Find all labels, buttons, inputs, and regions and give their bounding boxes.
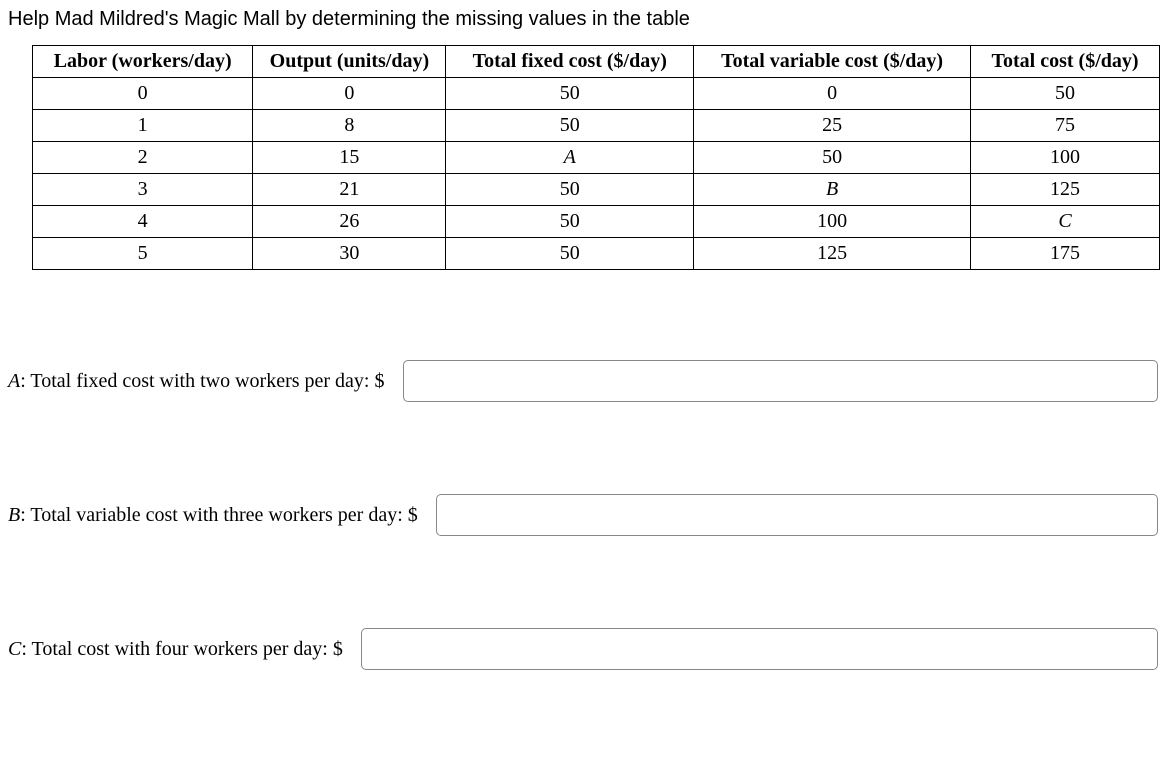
cell-tfc: 50	[446, 78, 694, 110]
cost-table: Labor (workers/day) Output (units/day) T…	[32, 45, 1160, 270]
cell-labor: 0	[33, 78, 253, 110]
cell-output: 21	[253, 174, 446, 206]
cell-tvc: 125	[694, 238, 971, 270]
question-c-row: C: Total cost with four workers per day:…	[8, 628, 1158, 670]
cell-labor: 4	[33, 206, 253, 238]
header-output: Output (units/day)	[253, 46, 446, 78]
question-b-row: B: Total variable cost with three worker…	[8, 494, 1158, 536]
cell-tvc: 50	[694, 142, 971, 174]
table-row: 32150B125	[33, 174, 1160, 206]
cell-tfc: 50	[446, 110, 694, 142]
cell-output: 15	[253, 142, 446, 174]
question-c-label: C: Total cost with four workers per day:…	[8, 638, 343, 661]
cell-tc: C	[971, 206, 1160, 238]
cell-tc: 125	[971, 174, 1160, 206]
table-row: 53050125175	[33, 238, 1160, 270]
header-tc: Total cost ($/day)	[971, 46, 1160, 78]
cell-output: 0	[253, 78, 446, 110]
cell-output: 26	[253, 206, 446, 238]
question-prompt: Help Mad Mildred's Magic Mall by determi…	[8, 8, 1158, 31]
table-row: 215A50100	[33, 142, 1160, 174]
table-row: 18502575	[33, 110, 1160, 142]
cell-tvc: B	[694, 174, 971, 206]
cell-tvc: 0	[694, 78, 971, 110]
cell-labor: 1	[33, 110, 253, 142]
cell-labor: 5	[33, 238, 253, 270]
table-row: 42650100C	[33, 206, 1160, 238]
answer-input-b[interactable]	[436, 494, 1158, 536]
header-tvc: Total variable cost ($/day)	[694, 46, 971, 78]
question-a-label: A: Total fixed cost with two workers per…	[8, 370, 385, 393]
cell-tc: 175	[971, 238, 1160, 270]
answer-input-a[interactable]	[403, 360, 1159, 402]
cell-tvc: 25	[694, 110, 971, 142]
table-header-row: Labor (workers/day) Output (units/day) T…	[33, 46, 1160, 78]
cell-tc: 50	[971, 78, 1160, 110]
cell-tc: 100	[971, 142, 1160, 174]
header-labor: Labor (workers/day)	[33, 46, 253, 78]
cell-output: 30	[253, 238, 446, 270]
cell-tvc: 100	[694, 206, 971, 238]
question-b-label: B: Total variable cost with three worker…	[8, 504, 418, 527]
cell-labor: 3	[33, 174, 253, 206]
cell-tfc: 50	[446, 206, 694, 238]
answer-input-c[interactable]	[361, 628, 1158, 670]
cell-output: 8	[253, 110, 446, 142]
cell-labor: 2	[33, 142, 253, 174]
header-tfc: Total fixed cost ($/day)	[446, 46, 694, 78]
cell-tfc: 50	[446, 238, 694, 270]
cell-tfc: A	[446, 142, 694, 174]
cell-tc: 75	[971, 110, 1160, 142]
table-body: 005005018502575215A5010032150B1254265010…	[33, 78, 1160, 270]
cell-tfc: 50	[446, 174, 694, 206]
question-a-row: A: Total fixed cost with two workers per…	[8, 360, 1158, 402]
table-row: 0050050	[33, 78, 1160, 110]
